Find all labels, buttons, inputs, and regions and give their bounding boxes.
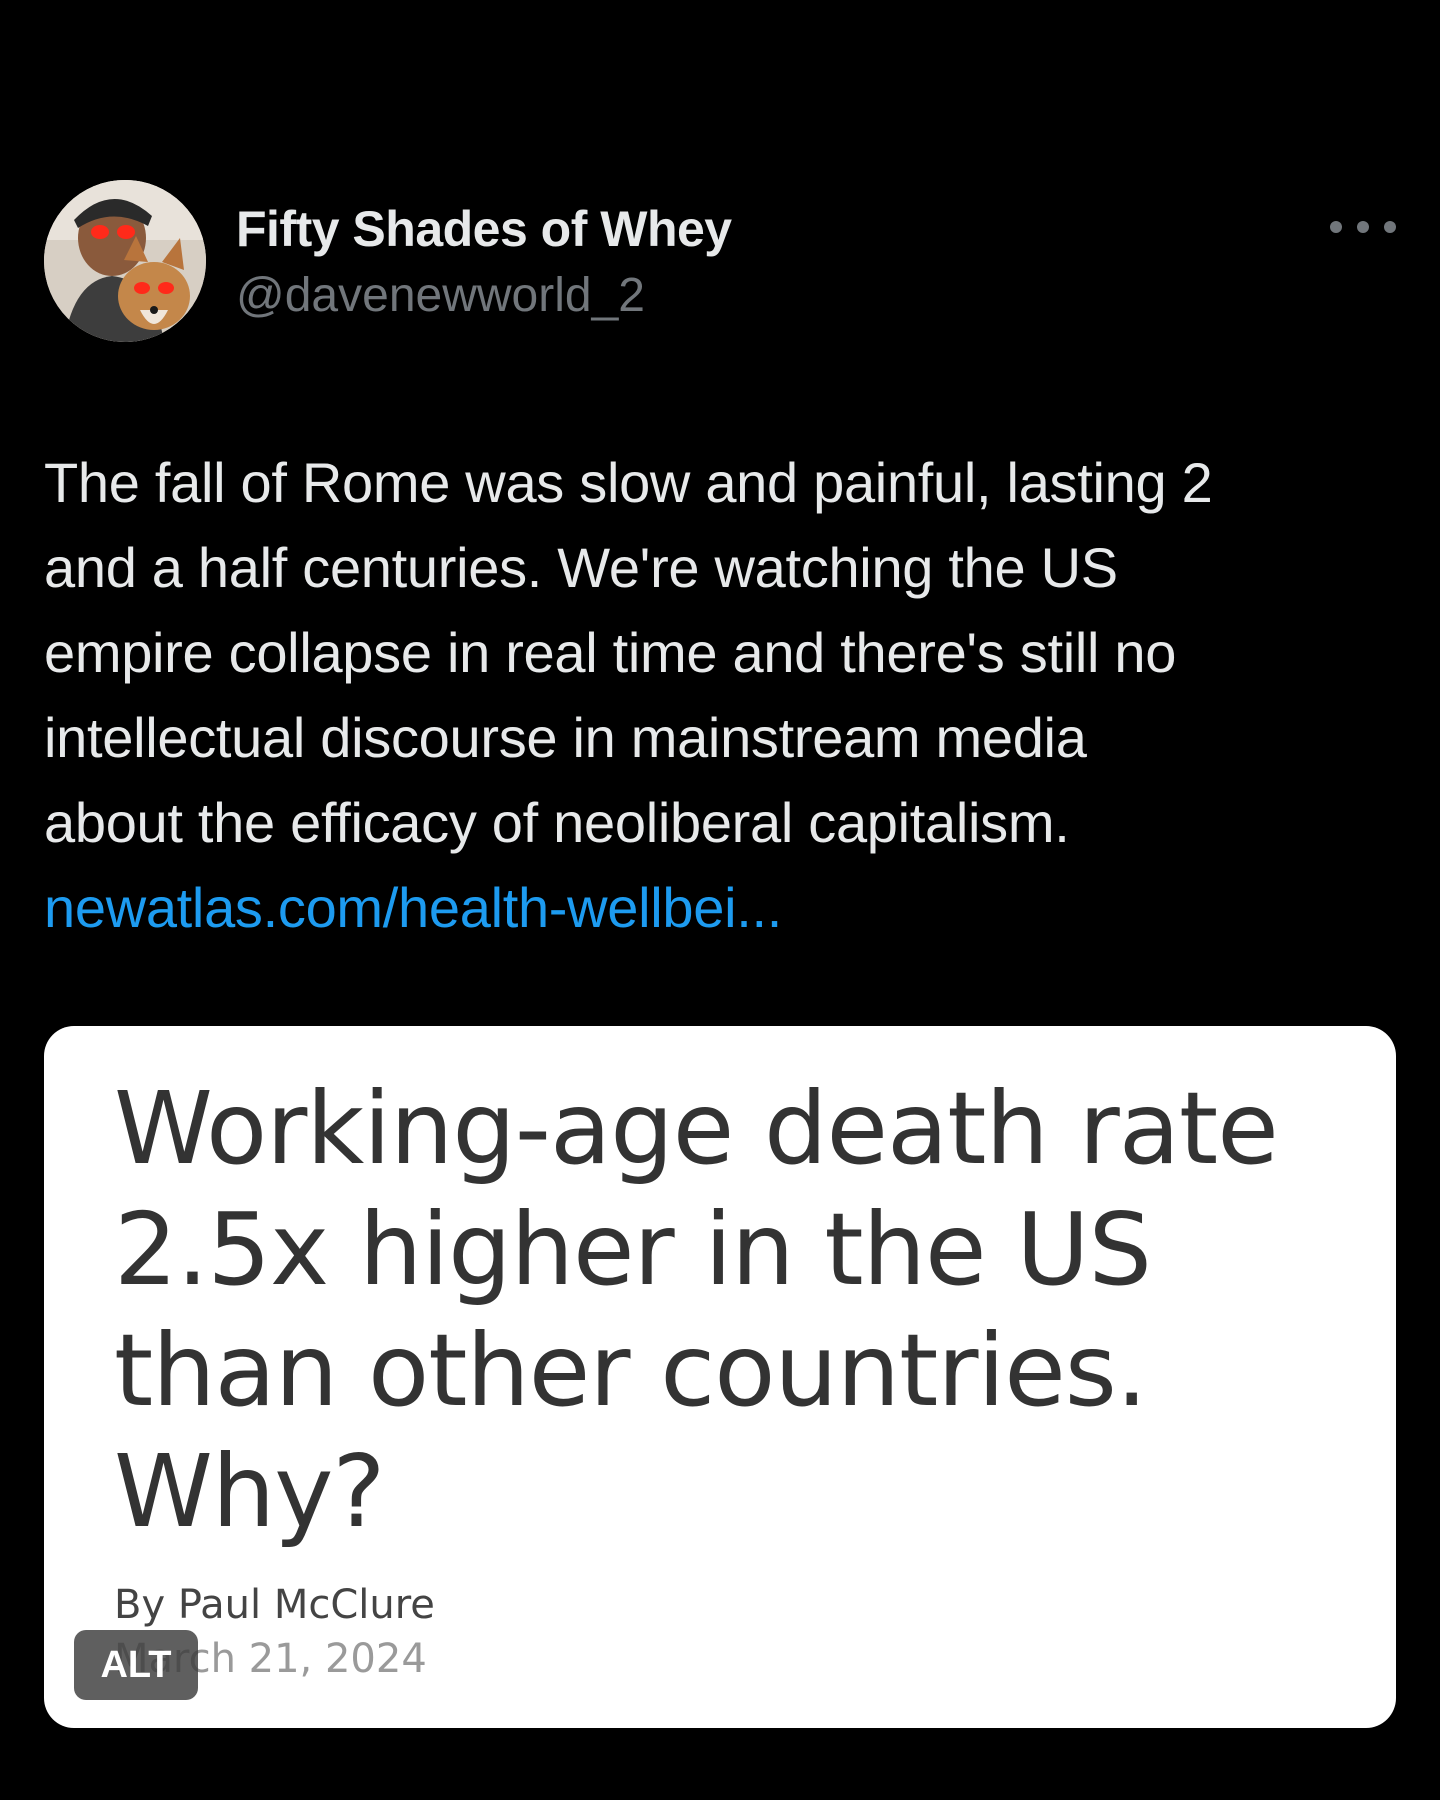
headline-line: Why? — [114, 1433, 386, 1550]
headline-line: 2.5x higher in the US — [114, 1191, 1152, 1308]
alt-text-badge[interactable]: ALT — [74, 1630, 198, 1700]
more-horizontal-icon — [1330, 221, 1342, 233]
headline-line: than other countries. — [114, 1312, 1148, 1429]
article-headline: Working-age death rate 2.5x higher in th… — [114, 1068, 1354, 1552]
more-options-button[interactable] — [1330, 210, 1396, 244]
article-byline: By Paul McClure — [114, 1582, 435, 1628]
more-horizontal-icon-dot — [1357, 221, 1369, 233]
tweet-link[interactable]: newatlas.com/health-wellbei... — [44, 876, 782, 939]
attached-image[interactable]: Working-age death rate 2.5x higher in th… — [44, 1026, 1396, 1728]
more-horizontal-icon-dot — [1384, 221, 1396, 233]
profile-avatar-icon — [44, 180, 206, 342]
tweet-text-line: The fall of Rome was slow and painful, l… — [44, 451, 1213, 514]
author-handle[interactable]: @davenewworld_2 — [236, 268, 645, 323]
tweet-text-line: and a half centuries. We're watching the… — [44, 536, 1118, 599]
tweet-text-line: intellectual discourse in mainstream med… — [44, 706, 1087, 769]
author-avatar[interactable] — [44, 180, 206, 342]
tweet-text-line: empire collapse in real time and there's… — [44, 621, 1177, 684]
headline-line: Working-age death rate — [114, 1070, 1279, 1187]
tweet-text: The fall of Rome was slow and painful, l… — [44, 440, 1404, 950]
tweet: Fifty Shades of Whey @davenewworld_2 The… — [0, 0, 1440, 1800]
author-display-name[interactable]: Fifty Shades of Whey — [236, 200, 732, 258]
tweet-text-line: about the efficacy of neoliberal capital… — [44, 791, 1070, 854]
